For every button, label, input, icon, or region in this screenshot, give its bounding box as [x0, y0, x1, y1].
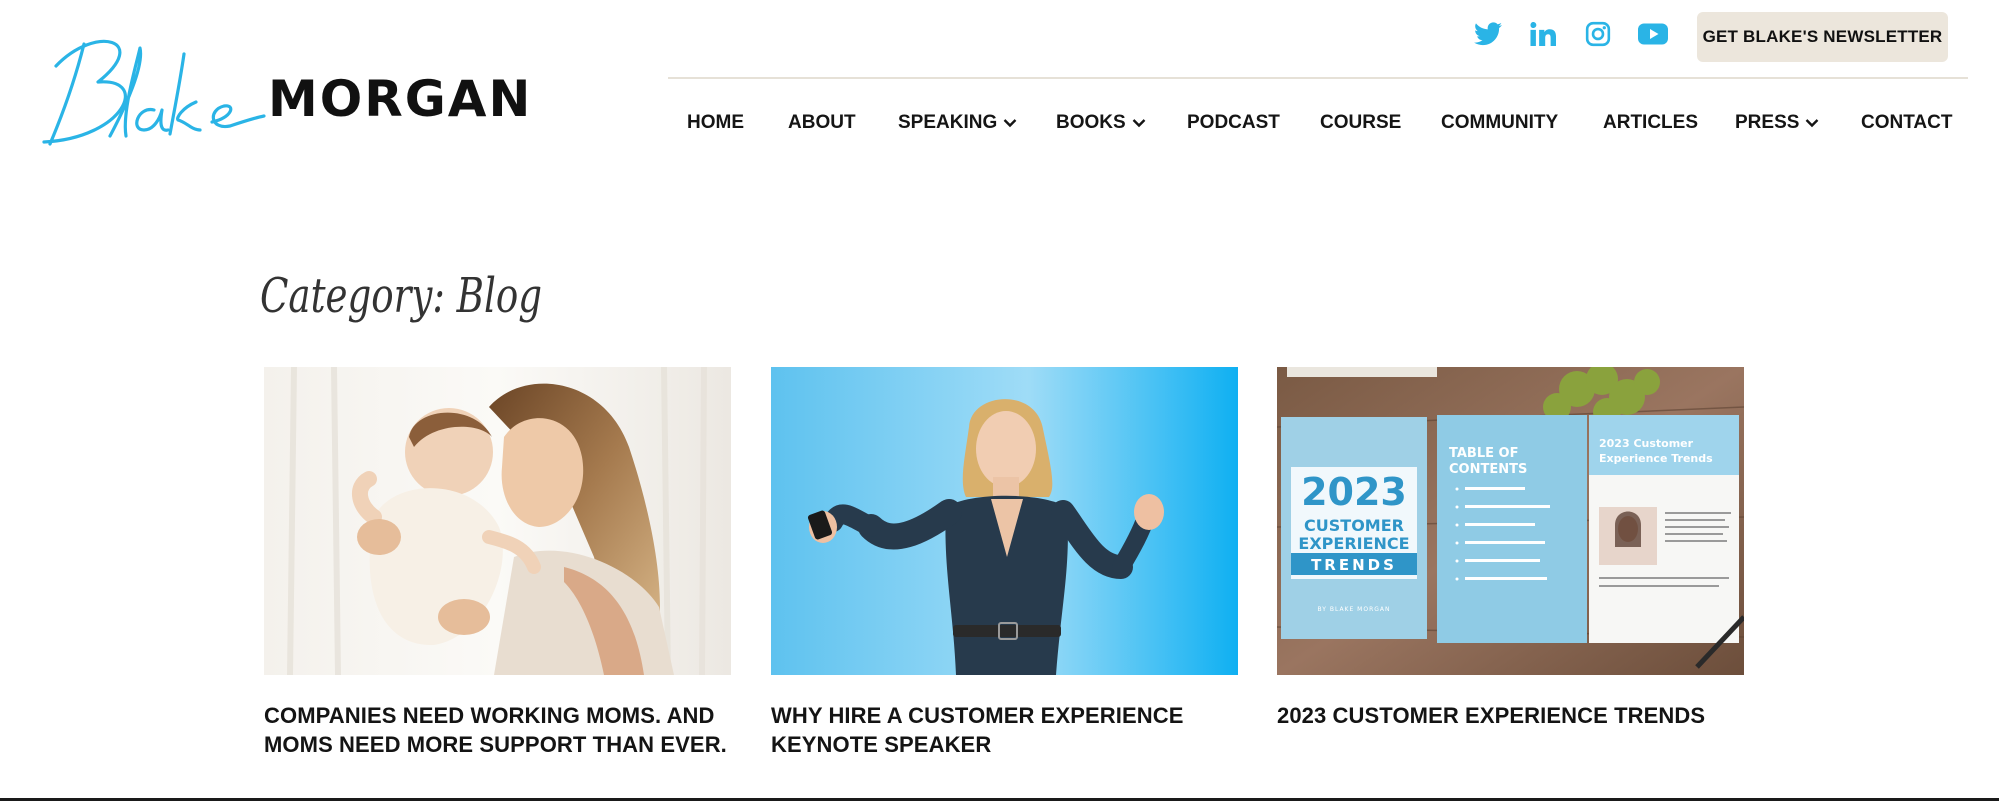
post-title[interactable]: COMPANIES NEED WORKING MOMS. AND MOMS NE…	[264, 701, 731, 759]
post-image-keynote-speaker[interactable]	[771, 367, 1238, 675]
post-image-trends-report[interactable]: 2023 CUSTOMER EXPERIENCE TRENDS BY BLAKE…	[1277, 367, 1744, 675]
nav-item-podcast[interactable]: PODCAST	[1187, 112, 1280, 134]
social-links	[1470, 16, 1690, 52]
nav-label: HOME	[687, 112, 744, 133]
report-cover-byline: BY BLAKE MORGAN	[1317, 606, 1390, 613]
nav-item-about[interactable]: ABOUT	[788, 112, 856, 134]
report-right-heading-2: Experience Trends	[1599, 452, 1713, 465]
post-title-link[interactable]: COMPANIES NEED WORKING MOMS. AND MOMS NE…	[264, 703, 727, 757]
nav-label: PODCAST	[1187, 112, 1280, 133]
report-toc-heading-2: CONTENTS	[1449, 462, 1527, 477]
header-divider	[668, 77, 1968, 79]
nav-label: COMMUNITY	[1441, 112, 1559, 133]
main-nav: HOME ABOUT SPEAKING BOOKS PODCAST COURSE…	[0, 112, 1999, 140]
chevron-down-icon	[1805, 118, 1819, 128]
nav-item-course[interactable]: COURSE	[1320, 112, 1401, 134]
nav-label: SPEAKING	[898, 112, 998, 133]
youtube-icon[interactable]	[1635, 16, 1671, 52]
post-title-link[interactable]: WHY HIRE A CUSTOMER EXPERIENCE KEYNOTE S…	[771, 703, 1184, 757]
nav-label: ABOUT	[788, 112, 856, 133]
instagram-icon[interactable]	[1580, 16, 1616, 52]
nav-label: ARTICLES	[1603, 112, 1698, 133]
nav-item-contact[interactable]: CONTACT	[1861, 112, 1952, 134]
nav-label: COURSE	[1320, 112, 1402, 133]
page-title-text: Category: Blog	[260, 268, 542, 324]
post-image-mother-baby[interactable]	[264, 367, 731, 675]
page-title: Category: Blog	[260, 268, 542, 324]
nav-item-articles[interactable]: ARTICLES	[1603, 112, 1698, 134]
post-title[interactable]: WHY HIRE A CUSTOMER EXPERIENCE KEYNOTE S…	[771, 701, 1238, 759]
twitter-icon[interactable]	[1470, 16, 1506, 52]
linkedin-icon[interactable]	[1525, 16, 1561, 52]
report-right-heading-1: 2023 Customer	[1599, 437, 1694, 450]
post-card: COMPANIES NEED WORKING MOMS. AND MOMS NE…	[264, 367, 731, 759]
nav-item-home[interactable]: HOME	[687, 112, 744, 134]
nav-item-speaking[interactable]: SPEAKING	[898, 112, 1017, 134]
nav-item-community[interactable]: COMMUNITY	[1441, 112, 1558, 134]
post-title-link[interactable]: 2023 CUSTOMER EXPERIENCE TRENDS	[1277, 703, 1705, 728]
report-cover-line2: EXPERIENCE	[1298, 534, 1409, 553]
post-card: 2023 CUSTOMER EXPERIENCE TRENDS BY BLAKE…	[1277, 367, 1744, 730]
nav-label: BOOKS	[1056, 112, 1126, 133]
report-cover-line1: CUSTOMER	[1304, 516, 1404, 535]
post-title[interactable]: 2023 CUSTOMER EXPERIENCE TRENDS	[1277, 701, 1744, 730]
post-card: WHY HIRE A CUSTOMER EXPERIENCE KEYNOTE S…	[771, 367, 1238, 759]
report-cover-year: 2023	[1301, 470, 1407, 514]
nav-item-books[interactable]: BOOKS	[1056, 112, 1146, 134]
newsletter-signup-button[interactable]: GET BLAKE'S NEWSLETTER	[1697, 12, 1948, 62]
nav-label: CONTACT	[1861, 112, 1953, 133]
chevron-down-icon	[1132, 118, 1146, 128]
nav-label: PRESS	[1735, 112, 1800, 133]
report-cover-band: TRENDS	[1311, 556, 1397, 574]
report-toc-heading-1: TABLE OF	[1449, 446, 1518, 461]
nav-item-press[interactable]: PRESS	[1735, 112, 1819, 134]
chevron-down-icon	[1003, 118, 1017, 128]
